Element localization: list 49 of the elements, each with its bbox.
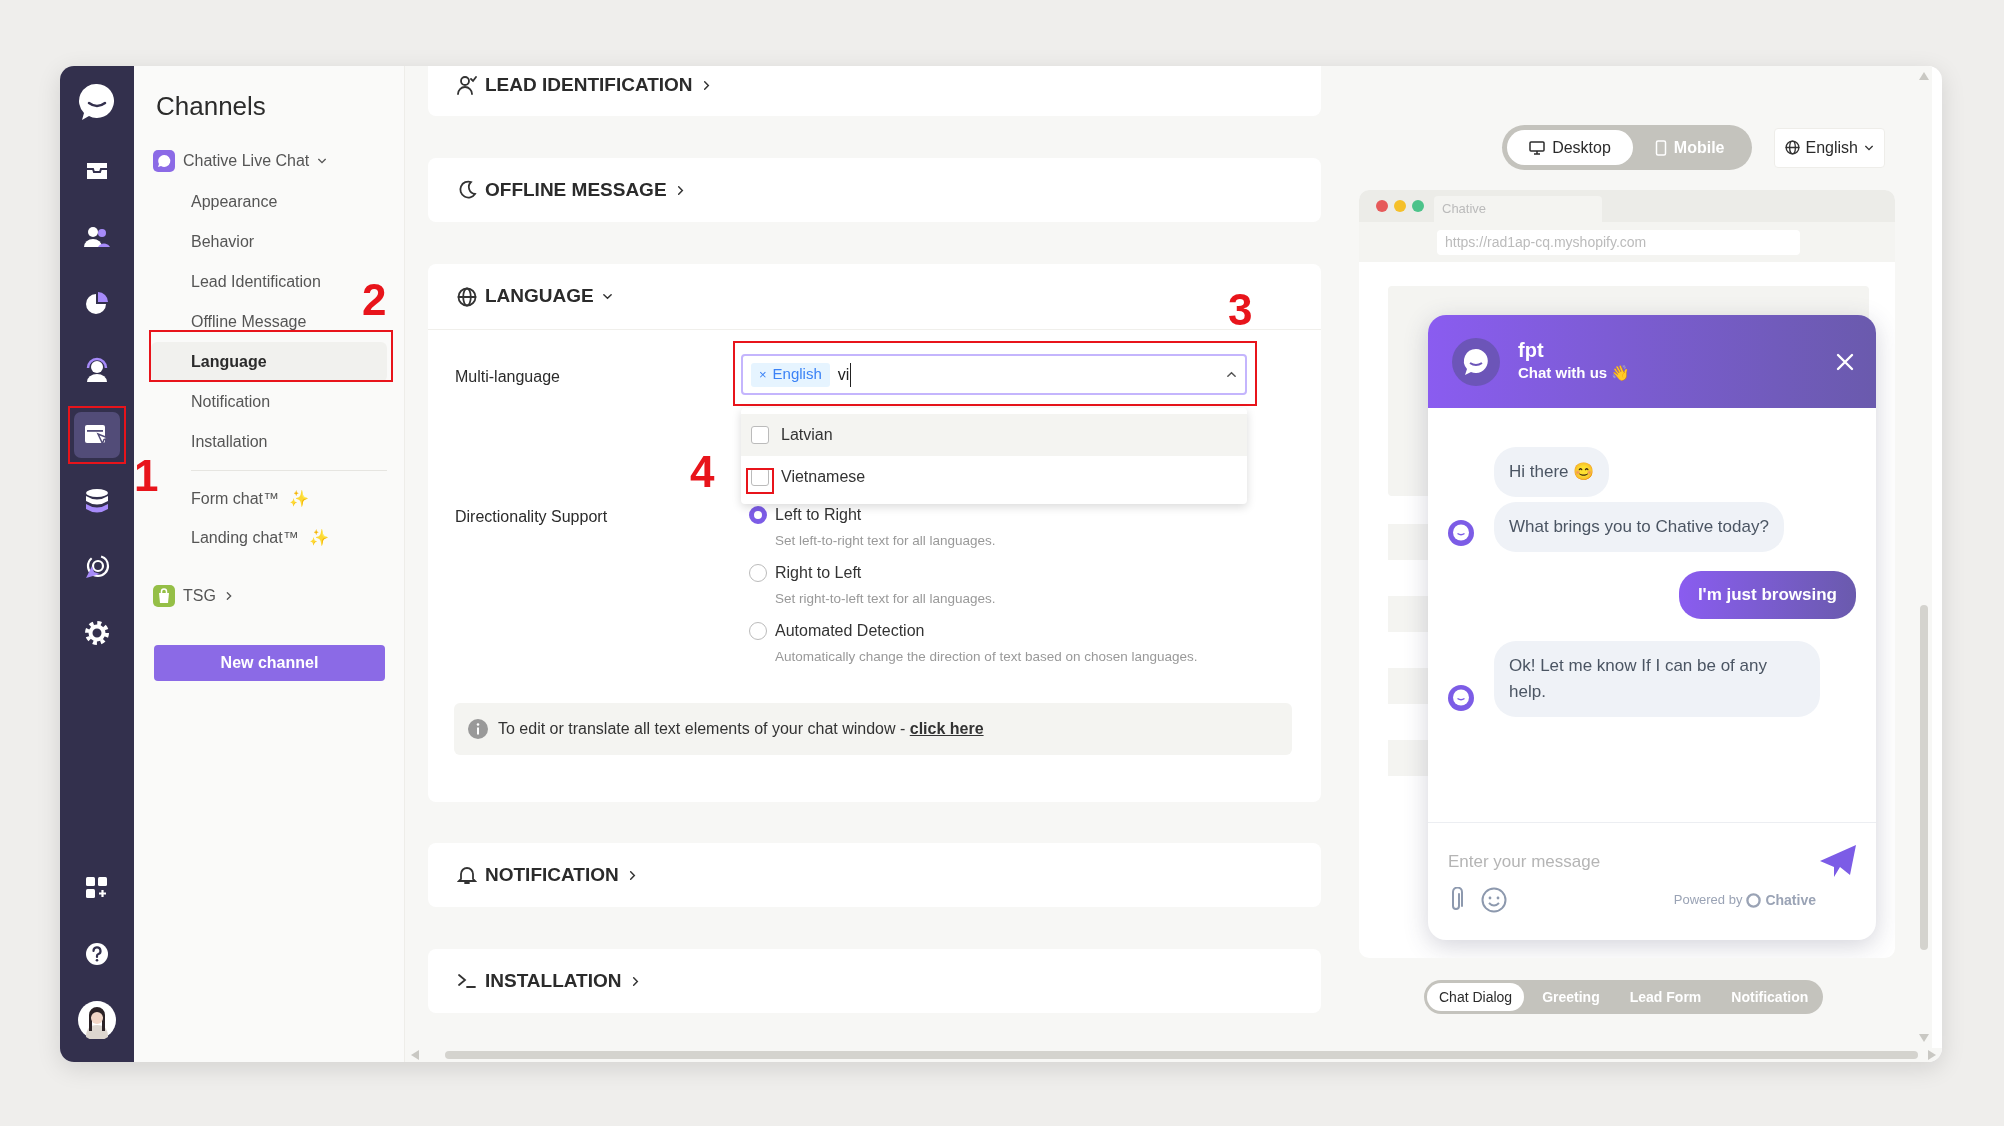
channel-menu-item[interactable]: Form chat™ ✨ — [191, 486, 310, 511]
dropdown-option[interactable]: Latvian — [741, 414, 1247, 456]
chat-subtitle: Chat with us 👋 — [1518, 363, 1631, 384]
brand-name: Chative — [1765, 890, 1816, 910]
radio-option[interactable]: Automated Detection — [749, 619, 1198, 643]
user-message: I'm just browsing — [1678, 571, 1856, 619]
section-header[interactable]: OFFLINE MESSAGE — [457, 175, 686, 205]
section-header[interactable]: LANGUAGE — [457, 282, 613, 311]
channel-menu-item[interactable]: Lead Identification — [191, 270, 321, 294]
annotation-number: 4 — [690, 450, 715, 494]
annotation-number: 2 — [362, 278, 387, 322]
search-input[interactable]: vi — [837, 362, 852, 387]
url-bar: https://rad1ap-cq.myshopify.com — [1437, 229, 1800, 255]
section-header[interactable]: INSTALLATION — [457, 966, 641, 996]
field-label: Directionality Support — [455, 508, 608, 525]
powered-by-text: Powered by — [1673, 891, 1743, 910]
language-dropdown[interactable]: English — [1773, 127, 1885, 168]
field-label: Multi-language — [455, 368, 560, 385]
click-here-link[interactable]: click here — [909, 720, 984, 737]
new-channel-button[interactable]: New channel — [154, 645, 385, 681]
channel-menu-item[interactable]: Language — [191, 350, 267, 374]
channel-menu-item[interactable]: Behavior — [191, 230, 255, 254]
bot-message: Hi there 😊 — [1494, 447, 1610, 497]
channel-menu-item[interactable]: Notification — [191, 390, 271, 414]
radio-option[interactable]: Left to Right — [749, 503, 1198, 527]
section-header[interactable]: NOTIFICATION — [457, 860, 638, 890]
preview-tab[interactable]: Chat Dialog — [1427, 983, 1525, 1011]
language-tag: × English — [751, 362, 830, 387]
info-text: To edit or translate all text elements of your chat window - click here — [498, 719, 984, 739]
section-header[interactable]: LEAD IDENTIFICATION — [457, 70, 712, 100]
view-mode-tab[interactable]: Desktop — [1507, 130, 1633, 165]
channel-menu-item[interactable]: Offline Message — [191, 310, 307, 334]
radio-option[interactable]: Right to Left — [749, 561, 1198, 585]
option-description: Set left-to-right text for all languages. — [775, 532, 996, 550]
channel-group[interactable]: TSG — [151, 579, 234, 613]
channel-group[interactable]: Chative Live Chat — [151, 144, 328, 178]
panel-title: Channels — [156, 90, 267, 122]
dropdown-option[interactable]: Vietnamese — [741, 456, 1247, 498]
channel-menu-item[interactable]: Installation — [191, 430, 268, 454]
option-description: Set right-to-left text for all languages. — [775, 590, 996, 608]
bot-message: Ok! Let me know If I can be of any help. — [1494, 641, 1820, 717]
bot-message: What brings you to Chative today? — [1494, 502, 1784, 552]
channel-menu-item[interactable]: Appearance — [191, 190, 278, 214]
annotation-number: 1 — [134, 454, 159, 498]
option-description: Automatically change the direction of text based on chosen languages. — [775, 648, 1198, 666]
bot-name: fpt — [1518, 338, 1545, 363]
annotation-number: 3 — [1228, 288, 1253, 332]
language-select[interactable]: × English vi — [741, 354, 1247, 395]
channel-menu-item[interactable]: Landing chat™ ✨ — [191, 525, 330, 550]
